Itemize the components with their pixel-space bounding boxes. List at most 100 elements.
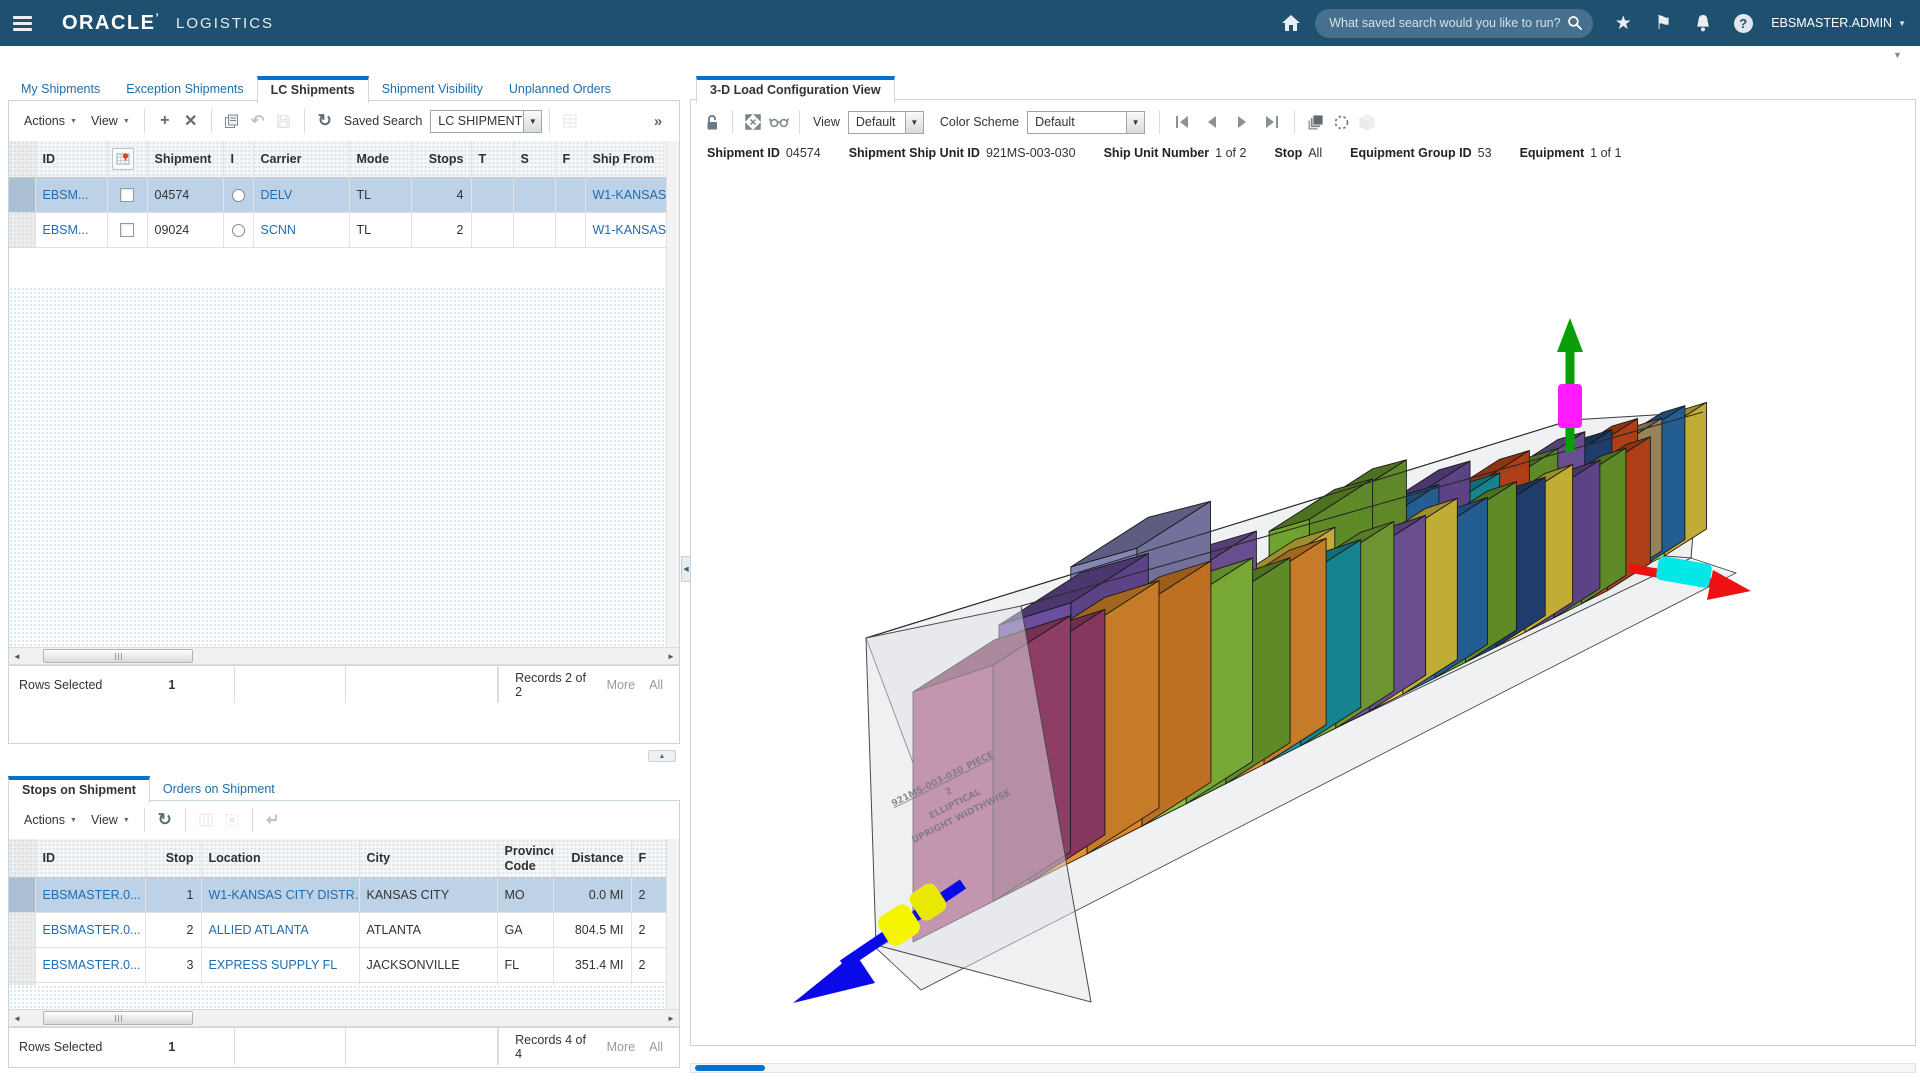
stop-id-link[interactable]: EBSMASTER.0... bbox=[43, 888, 141, 902]
expand-icon[interactable] bbox=[740, 109, 766, 135]
panel-collapse-handle[interactable]: ▲ bbox=[648, 750, 676, 762]
first-ship-unit-icon[interactable] bbox=[1167, 109, 1197, 135]
actions-menu[interactable]: Actions▼ bbox=[17, 809, 84, 831]
scroll-left-icon[interactable]: ◄ bbox=[9, 1010, 25, 1026]
shipment-id-link[interactable]: EBSM... bbox=[43, 188, 89, 202]
col-city[interactable]: City bbox=[359, 839, 497, 877]
more-link[interactable]: More bbox=[607, 678, 635, 692]
all-link[interactable]: All bbox=[649, 678, 663, 692]
scroll-right-icon[interactable]: ► bbox=[663, 648, 679, 664]
scrollbar-thumb[interactable] bbox=[43, 649, 193, 663]
col-s[interactable]: S bbox=[513, 141, 555, 177]
col-carrier[interactable]: Carrier bbox=[253, 141, 349, 177]
col-stop[interactable]: Stop bbox=[145, 839, 201, 877]
col-id[interactable]: ID bbox=[35, 141, 107, 177]
add-row-icon[interactable]: + bbox=[152, 108, 178, 134]
stop-id-link[interactable]: EBSMASTER.0... bbox=[43, 923, 141, 937]
col-mode[interactable]: Mode bbox=[349, 141, 411, 177]
refresh-icon[interactable]: ↻ bbox=[152, 807, 178, 833]
stop-id-link[interactable]: EBSMASTER.0... bbox=[43, 958, 141, 972]
color-scheme-select[interactable]: Default ▼ bbox=[1027, 111, 1145, 134]
flag-icon[interactable]: ⚑ bbox=[1643, 0, 1683, 46]
duplicate-icon[interactable] bbox=[219, 108, 245, 134]
favorites-star-icon[interactable]: ★ bbox=[1603, 0, 1643, 46]
hamburger-menu-icon[interactable] bbox=[0, 0, 44, 46]
col-id[interactable]: ID bbox=[35, 839, 145, 877]
toolbar-overflow-icon[interactable]: » bbox=[645, 108, 671, 134]
tab-3d-load-configuration-view[interactable]: 3-D Load Configuration View bbox=[696, 76, 895, 103]
home-icon[interactable] bbox=[1271, 0, 1311, 46]
row-checkbox[interactable] bbox=[120, 223, 134, 237]
horizontal-scrollbar[interactable]: ◄ ► bbox=[9, 647, 679, 665]
col-distance[interactable]: Distance bbox=[553, 839, 631, 877]
table-row[interactable]: EBSM... 09024 SCNN TL 2 W1-KANSAS CI bbox=[9, 212, 679, 247]
rotate-icon[interactable] bbox=[1328, 109, 1354, 135]
table-row[interactable]: EBSM... 04574 DELV TL 4 W1-KANSAS CI bbox=[9, 177, 679, 212]
load-horizontal-scrollbar[interactable] bbox=[690, 1063, 1916, 1073]
tab-unplanned-orders[interactable]: Unplanned Orders bbox=[496, 77, 624, 102]
scroll-right-icon[interactable]: ► bbox=[663, 1010, 679, 1026]
actions-menu[interactable]: Actions▼ bbox=[17, 110, 84, 132]
region-collapse-icon[interactable]: ▼ bbox=[1893, 50, 1902, 60]
row-selector[interactable] bbox=[9, 947, 35, 982]
col-f[interactable]: F bbox=[555, 141, 585, 177]
search-icon[interactable] bbox=[1567, 15, 1583, 31]
col-map[interactable] bbox=[107, 141, 147, 177]
user-menu[interactable]: EBSMASTER.ADMIN ▼ bbox=[1771, 16, 1906, 30]
previous-ship-unit-icon[interactable] bbox=[1197, 109, 1227, 135]
col-i[interactable]: I bbox=[223, 141, 253, 177]
tab-stops-on-shipment[interactable]: Stops on Shipment bbox=[8, 776, 150, 803]
location-link[interactable]: EXPRESS SUPPLY FL bbox=[209, 958, 338, 972]
goggles-icon[interactable] bbox=[766, 109, 792, 135]
help-icon[interactable]: ? bbox=[1723, 0, 1763, 46]
table-row[interactable]: EBSMASTER.0... 2 ALLIED ATLANTA ATLANTA … bbox=[9, 912, 679, 947]
tab-exception-shipments[interactable]: Exception Shipments bbox=[113, 77, 256, 102]
notifications-bell-icon[interactable] bbox=[1683, 0, 1723, 46]
scroll-left-icon[interactable]: ◄ bbox=[9, 648, 25, 664]
scrollbar-thumb[interactable] bbox=[43, 1011, 193, 1025]
next-ship-unit-icon[interactable] bbox=[1227, 109, 1257, 135]
location-link[interactable]: ALLIED ATLANTA bbox=[209, 923, 309, 937]
col-t[interactable]: T bbox=[471, 141, 513, 177]
load-3d-canvas[interactable]: 2TMG-R13-030_PIECE1FILE CABINETUPRIGHT L… bbox=[691, 170, 1915, 1045]
row-selector[interactable] bbox=[9, 177, 35, 212]
col-shipment[interactable]: Shipment bbox=[147, 141, 223, 177]
tab-lc-shipments[interactable]: LC Shipments bbox=[257, 76, 369, 103]
col-ship-from[interactable]: Ship From bbox=[585, 141, 679, 177]
view-menu[interactable]: View▼ bbox=[84, 809, 137, 831]
location-link[interactable]: W1-KANSAS CITY DISTR... bbox=[209, 888, 360, 902]
view-select[interactable]: Default ▼ bbox=[848, 111, 924, 134]
row-selector[interactable] bbox=[9, 912, 35, 947]
row-checkbox[interactable] bbox=[120, 188, 134, 202]
save-icon bbox=[271, 108, 297, 134]
col-stops[interactable]: Stops bbox=[411, 141, 471, 177]
indicator-radio[interactable] bbox=[232, 224, 245, 237]
tab-shipment-visibility[interactable]: Shipment Visibility bbox=[369, 77, 496, 102]
shipment-id-link[interactable]: EBSM... bbox=[43, 223, 89, 237]
table-row[interactable]: EBSMASTER.0... 3 EXPRESS SUPPLY FL JACKS… bbox=[9, 947, 679, 982]
tab-orders-on-shipment[interactable]: Orders on Shipment bbox=[150, 777, 288, 802]
row-selector[interactable] bbox=[9, 877, 35, 912]
carrier-link[interactable]: SCNN bbox=[261, 223, 296, 237]
vertical-scrollbar[interactable] bbox=[666, 141, 679, 647]
table-row[interactable]: EBSMASTER.0... 1 W1-KANSAS CITY DISTR...… bbox=[9, 877, 679, 912]
layers-icon[interactable] bbox=[1302, 109, 1328, 135]
row-selector[interactable] bbox=[9, 212, 35, 247]
saved-search-input[interactable]: What saved search would you like to run? bbox=[1315, 9, 1593, 38]
all-link[interactable]: All bbox=[649, 1040, 663, 1054]
tab-my-shipments[interactable]: My Shipments bbox=[8, 77, 113, 102]
refresh-icon[interactable]: ↻ bbox=[312, 108, 338, 134]
product-name: LOGISTICS bbox=[176, 15, 274, 32]
more-link[interactable]: More bbox=[607, 1040, 635, 1054]
last-ship-unit-icon[interactable] bbox=[1257, 109, 1287, 135]
indicator-radio[interactable] bbox=[232, 189, 245, 202]
col-location[interactable]: Location bbox=[201, 839, 359, 877]
vertical-scrollbar[interactable] bbox=[666, 839, 679, 1009]
view-menu[interactable]: View▼ bbox=[84, 110, 137, 132]
carrier-link[interactable]: DELV bbox=[261, 188, 293, 202]
lock-icon[interactable] bbox=[699, 109, 725, 135]
col-province-code[interactable]: Province Code bbox=[497, 839, 553, 877]
saved-search-select[interactable]: LC SHIPMENT ▼ bbox=[430, 110, 542, 133]
horizontal-scrollbar[interactable]: ◄ ► bbox=[9, 1009, 679, 1027]
delete-row-icon[interactable]: ✕ bbox=[178, 108, 204, 134]
